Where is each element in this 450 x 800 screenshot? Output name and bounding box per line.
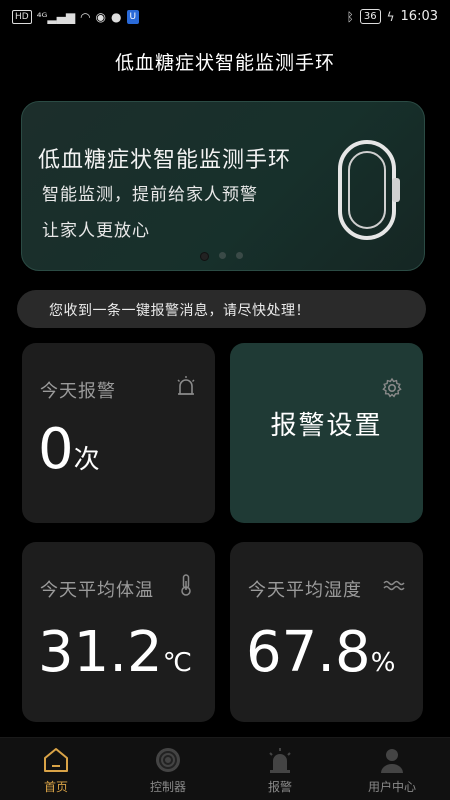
avg-humidity-unit: % (370, 648, 396, 678)
alarm-count-unit: 次 (73, 445, 100, 475)
bottom-tab-bar: 首页 控制器 报警 用户中心 (0, 737, 450, 800)
status-bar: HD ⁴ᴳ▂▄▆ ◠ ◉ ● U ᛒ 36 ϟ 16:03 (0, 0, 450, 36)
banner-subtitle: 智能监测，提前给家人预警 (42, 185, 258, 205)
tab-home[interactable]: 首页 (0, 738, 112, 800)
app-notification-icon: U (126, 10, 140, 24)
avg-temperature-value: 31.2 (38, 620, 163, 685)
wechat-icon: ◉ (95, 10, 107, 24)
bracelet-icon (338, 140, 400, 240)
alert-notice-bar[interactable]: 您收到一条一键报警消息，请尽快处理！ (17, 290, 426, 328)
tab-label: 用户中心 (367, 780, 416, 794)
avg-temperature: 31.2℃ (38, 620, 192, 685)
tab-label: 首页 (43, 780, 68, 794)
carousel-dots (200, 252, 243, 261)
banner-carousel[interactable]: 低血糖症状智能监测手环 智能监测，提前给家人预警 让家人更放心 (21, 101, 425, 271)
home-icon (44, 748, 68, 772)
page-title: 低血糖症状智能监测手环 (114, 52, 335, 74)
battery-icon: 36 (359, 9, 381, 24)
alarm-icon (177, 376, 195, 395)
carousel-dot[interactable] (219, 252, 226, 259)
controller-icon (156, 748, 180, 772)
carousel-dot[interactable] (200, 252, 209, 261)
waves-icon (383, 580, 405, 591)
message-icon: ● (111, 10, 122, 24)
wifi-icon: ◠ (80, 10, 91, 24)
avg-humidity-value: 67.8 (246, 620, 371, 685)
tab-user-center[interactable]: 用户中心 (336, 738, 448, 800)
alarm-settings-card[interactable]: 报警设置 (230, 343, 423, 523)
charging-icon: ϟ (386, 9, 395, 24)
card-label: 今天平均湿度 (248, 580, 362, 601)
avg-temperature-card[interactable]: 今天平均体温 31.2℃ (22, 542, 215, 722)
card-label: 今天平均体温 (40, 580, 154, 601)
user-icon (381, 749, 403, 773)
alarm-count: 0次 (38, 417, 100, 482)
tab-label: 控制器 (149, 780, 186, 794)
banner-tagline: 让家人更放心 (42, 221, 150, 241)
tab-controller[interactable]: 控制器 (112, 738, 224, 800)
status-time: 16:03 (400, 9, 438, 24)
tab-alarm[interactable]: 报警 (224, 738, 336, 800)
signal-4g-icon: ⁴ᴳ▂▄▆ (36, 10, 76, 24)
hd-indicator: HD (12, 10, 32, 24)
avg-humidity: 67.8% (246, 620, 395, 685)
avg-temperature-unit: ℃ (162, 648, 192, 678)
gear-icon[interactable] (381, 377, 403, 399)
status-right: ᛒ 36 ϟ 16:03 (347, 9, 438, 24)
card-label: 今天报警 (40, 381, 116, 402)
thermometer-icon (181, 574, 191, 596)
alarm-settings-title: 报警设置 (270, 411, 383, 441)
tab-label: 报警 (267, 780, 292, 794)
carousel-dot[interactable] (236, 252, 243, 259)
today-alarm-card[interactable]: 今天报警 0次 (22, 343, 215, 523)
bluetooth-icon: ᛒ (346, 9, 354, 24)
status-left: HD ⁴ᴳ▂▄▆ ◠ ◉ ● U (12, 10, 140, 24)
alarm-light-icon (269, 748, 291, 773)
avg-humidity-card[interactable]: 今天平均湿度 67.8% (230, 542, 423, 722)
banner-title: 低血糖症状智能监测手环 (38, 148, 292, 173)
alarm-count-value: 0 (38, 417, 74, 482)
notice-text: 您收到一条一键报警消息，请尽快处理！ (49, 303, 310, 319)
